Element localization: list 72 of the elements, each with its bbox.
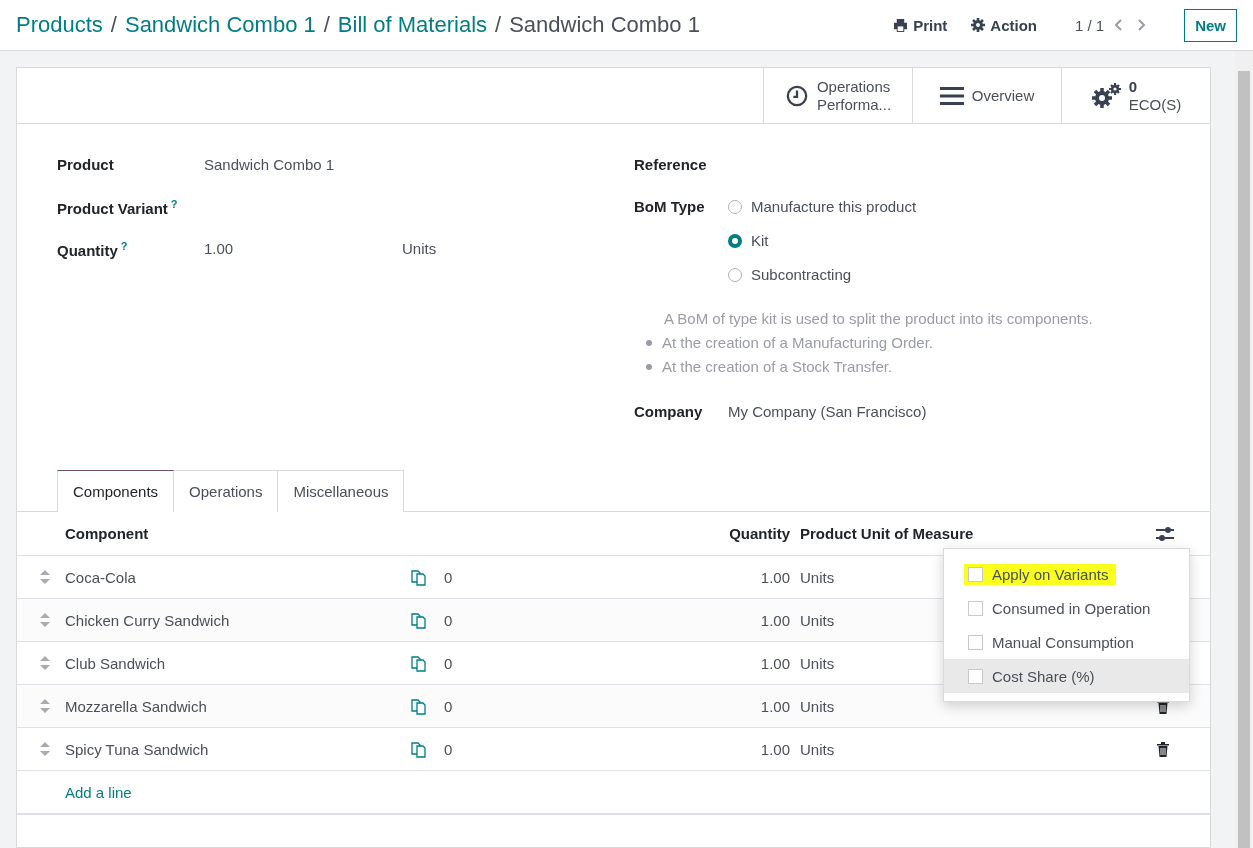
field-label: Product Variant [57,200,168,217]
gears-icon [1090,82,1121,109]
field-label: Reference [634,156,708,175]
clock-icon [784,84,809,107]
printer-icon [893,18,909,32]
table-cell: Chicken Curry Sandwich [65,598,410,642]
bullet-icon [646,340,652,346]
column-header: Product Unit of Measure [790,512,1150,556]
checkbox[interactable] [968,668,983,684]
drag-handle-icon [40,699,50,713]
breadcrumb-link[interactable]: Products [16,12,103,38]
table-cell: Units [790,727,1150,771]
table-cell: 0 [444,568,453,586]
radio-button[interactable] [728,233,742,248]
table-cell: Mozzarella Sandwich [65,684,410,728]
radio-label[interactable]: Kit [751,232,769,249]
breadcrumb-link[interactable]: Sandwich Combo 1 [124,12,316,38]
trash-icon[interactable] [1156,741,1170,757]
radio-label[interactable]: Manufacture this product [751,198,917,215]
gear-icon [971,18,986,32]
new-button[interactable]: New [1184,8,1237,42]
add-line-link[interactable]: Add a line [65,783,132,801]
table-cell: 1.00 [610,598,790,642]
field-label: Company [634,403,704,422]
table-cell: 0 [444,654,453,672]
help-text: A BoM of type kit is used to split the product into its components. [664,309,1094,329]
help-tooltip[interactable]: ? [120,240,128,252]
field-value: 1.00 [204,240,235,259]
breadcrumb-separator: / [495,12,502,38]
checkbox[interactable] [968,634,983,650]
breadcrumb-separator: / [110,12,117,38]
column-header: Quantity [610,512,790,556]
tab[interactable]: Operations [174,470,279,512]
settings-sliders-icon[interactable] [1156,525,1174,542]
radio-label[interactable]: Subcontracting [751,266,852,283]
bullet-icon [646,364,652,370]
breadcrumb-link[interactable]: Bill of Materials [337,12,487,38]
table-cell: 1.00 [610,727,790,771]
table-cell: 1.00 [610,555,790,599]
table-cell: 0 [444,697,453,715]
field-value: Sandwich Combo 1 [204,156,336,175]
print-button[interactable]: Print [885,12,956,38]
scrollbar[interactable] [1235,51,1253,848]
table-cell: 1.00 [610,641,790,685]
checkbox[interactable] [968,600,983,616]
tab[interactable]: Miscellaneous [278,470,405,512]
table-cell: 0 [444,611,453,629]
table-cell: Club Sandwich [65,641,410,685]
field-label: Quantity [57,242,118,259]
drag-handle-icon [40,570,50,584]
unit-value: Units [402,240,437,259]
table-cell: 1.00 [610,684,790,728]
field-label: Product [57,156,115,175]
column-header: Component [65,512,410,556]
breadcrumb-current: Sandwich Combo 1 [509,12,700,38]
drag-handle-icon [40,656,50,670]
drag-handle-icon [40,742,50,756]
tab[interactable]: Components [57,470,175,512]
field-value: My Company (San Francisco) [728,403,927,422]
pager-value: 1 / 1 [1074,16,1105,34]
menu-icon [939,84,964,107]
action-button[interactable]: Action [963,12,1045,38]
table-cell: Spicy Tuna Sandwich [65,727,410,771]
field-label: BoM Type [634,198,706,217]
drag-handle-icon [40,613,50,627]
menu-item[interactable]: Cost Share (%) [944,659,1189,693]
table-cell: Coca-Cola [65,555,410,599]
help-tooltip[interactable]: ? [170,198,178,210]
help-text: At the creation of a Stock Transfer. [662,357,893,377]
table-cell: 0 [444,740,453,758]
breadcrumb-separator: / [323,12,330,38]
help-text: At the creation of a Manufacturing Order. [662,333,933,353]
